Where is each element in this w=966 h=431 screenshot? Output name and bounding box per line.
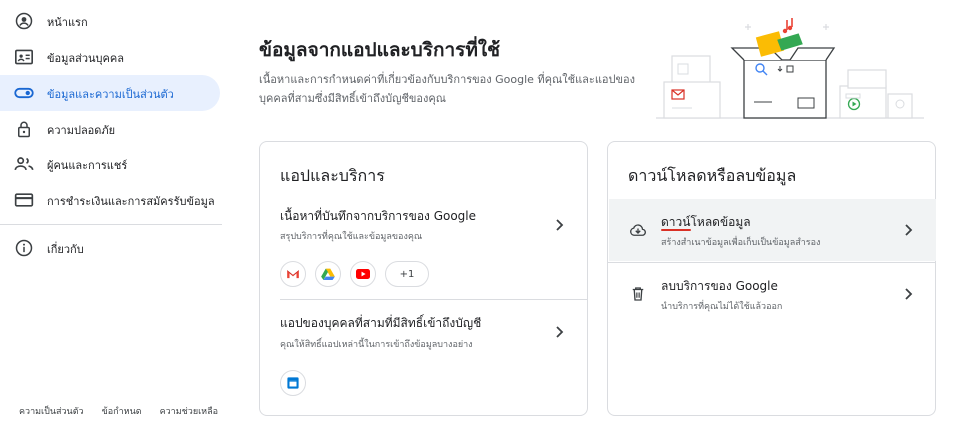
windows-app-icon[interactable] — [280, 370, 306, 396]
saved-content-row[interactable]: เนื้อหาที่บันทึกจากบริการของ Google สรุป… — [260, 197, 587, 297]
sidebar-item-payments[interactable]: การชำระเงินและการสมัครรับข้อมูล — [0, 182, 220, 218]
delete-service-row[interactable]: ลบบริการของ Google นำบริการที่คุณไม่ได้ใ… — [609, 263, 936, 325]
youtube-icon[interactable] — [350, 261, 376, 287]
chevron-right-icon — [556, 326, 564, 338]
sidebar-item-data-privacy[interactable]: ข้อมูลและความเป็นส่วนตัว — [0, 75, 220, 111]
toggle-icon — [14, 83, 34, 103]
chevron-right-icon — [556, 219, 564, 231]
chevron-right-icon — [905, 224, 913, 236]
sidebar-item-about[interactable]: เกี่ยวกับ — [0, 230, 220, 266]
apps-services-card: แอปและบริการ เนื้อหาที่บันทึกจากบริการขอ… — [259, 141, 588, 416]
more-services-chip[interactable]: +1 — [385, 261, 429, 287]
sidebar-item-label: ความปลอดภัย — [47, 124, 116, 137]
sidebar-footer: ความเป็นส่วนตัว ข้อกำหนด ความช่วยเหลือ — [19, 404, 218, 418]
sidebar-item-label: เกี่ยวกับ — [47, 243, 84, 256]
sidebar-item-label: ข้อมูลและความเป็นส่วนตัว — [47, 88, 174, 101]
trash-icon — [632, 287, 644, 301]
download-card-title: ดาวน์โหลดหรือลบข้อมูล — [628, 166, 797, 185]
sidebar-item-label: ข้อมูลส่วนบุคคล — [47, 52, 124, 65]
third-party-apps-row[interactable]: แอปของบุคคลที่สามที่มีสิทธิ์เข้าถึงบัญชี… — [260, 300, 587, 400]
page-description: เนื้อหาและการกำหนดค่าที่เกี่ยวข้องกับบริ… — [259, 73, 635, 105]
lock-icon — [14, 119, 34, 139]
delete-service-title: ลบบริการของ Google — [661, 279, 778, 293]
download-data-row[interactable]: ดาวน์โหลดข้อมูล สร้างสำเนาข้อมูลเพื่อเก็… — [609, 199, 936, 261]
saved-content-title: เนื้อหาที่บันทึกจากบริการของ Google — [280, 209, 477, 223]
account-circle-icon — [14, 11, 34, 31]
sidebar-item-personal-info[interactable]: ข้อมูลส่วนบุคคล — [0, 39, 220, 75]
hero-illustration — [656, 14, 926, 122]
sidebar-item-home[interactable]: หน้าแรก — [0, 3, 220, 39]
sidebar-divider — [0, 224, 222, 225]
sidebar-item-security[interactable]: ความปลอดภัย — [0, 111, 220, 147]
sidebar: หน้าแรก ข้อมูลส่วนบุคคล ข้อมูลและความเป็… — [0, 0, 222, 431]
gmail-icon[interactable] — [280, 261, 306, 287]
sidebar-item-label: การชำระเงินและการสมัครรับข้อมูล — [47, 195, 215, 208]
cloud-download-icon — [630, 224, 646, 236]
info-icon — [14, 238, 34, 258]
chevron-right-icon — [905, 288, 913, 300]
footer-link-terms[interactable]: ข้อกำหนด — [102, 404, 142, 418]
delete-service-subtitle: นำบริการที่คุณไม่ได้ใช้แล้วออก — [661, 302, 783, 312]
credit-card-icon — [14, 190, 34, 210]
download-data-subtitle: สร้างสำเนาข้อมูลเพื่อเก็บเป็นข้อมูลสำรอง — [661, 238, 821, 248]
people-icon — [14, 154, 34, 174]
third-party-title: แอปของบุคคลที่สามที่มีสิทธิ์เข้าถึงบัญชี — [280, 316, 482, 330]
apps-card-title: แอปและบริการ — [280, 166, 385, 185]
sidebar-item-people-sharing[interactable]: ผู้คนและการแชร์ — [0, 146, 220, 182]
saved-content-subtitle: สรุปบริการที่คุณใช้และข้อมูลของคุณ — [280, 232, 423, 242]
page-title: ข้อมูลจากแอปและบริการที่ใช้ — [259, 39, 501, 61]
google-drive-icon[interactable] — [315, 261, 341, 287]
third-party-subtitle: คุณให้สิทธิ์แอปเหล่านี้ในการเข้าถึงข้อมู… — [280, 340, 473, 350]
footer-link-privacy[interactable]: ความเป็นส่วนตัว — [19, 404, 84, 418]
footer-link-help[interactable]: ความช่วยเหลือ — [160, 404, 218, 418]
sidebar-item-label: ผู้คนและการแชร์ — [47, 159, 128, 172]
red-underline-annotation — [661, 229, 691, 231]
id-card-icon — [14, 47, 34, 67]
sidebar-item-label: หน้าแรก — [47, 16, 88, 29]
download-delete-card: ดาวน์โหลดหรือลบข้อมูล ดาวน์โหลดข้อมูล สร… — [607, 141, 936, 416]
